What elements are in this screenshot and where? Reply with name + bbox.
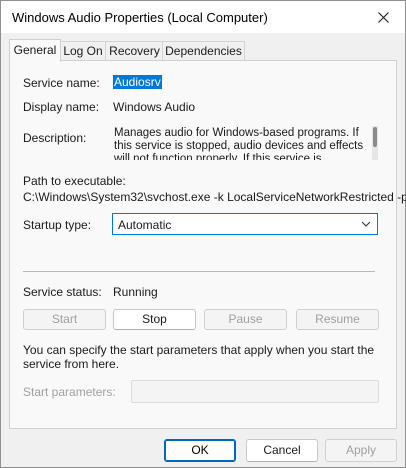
description-box[interactable]: Manages audio for Windows-based programs… — [112, 126, 378, 160]
stop-button[interactable]: Stop — [113, 309, 196, 330]
start-params-label: Start parameters: — [23, 385, 116, 399]
divider — [23, 271, 375, 272]
display-name-label: Display name: — [23, 100, 100, 114]
cancel-button[interactable]: Cancel — [246, 439, 318, 462]
close-icon — [377, 11, 389, 23]
start-params-info: You can specify the start parameters tha… — [23, 343, 375, 371]
tab-log-on[interactable]: Log On — [59, 41, 107, 61]
path-label: Path to executable: — [23, 174, 126, 188]
service-status-value: Running — [113, 285, 158, 299]
service-name-label: Service name: — [23, 76, 100, 90]
window-title: Windows Audio Properties (Local Computer… — [12, 10, 268, 25]
close-button[interactable] — [367, 3, 399, 31]
startup-type-dropdown[interactable]: Automatic — [112, 213, 378, 235]
service-status-label: Service status: — [23, 285, 102, 299]
path-value[interactable]: C:\Windows\System32\svchost.exe -k Local… — [23, 190, 406, 204]
start-button[interactable]: Start — [23, 309, 106, 330]
description-scrollbar[interactable] — [372, 126, 378, 160]
ok-button[interactable]: OK — [164, 439, 236, 462]
description-label: Description: — [23, 131, 87, 145]
scrollbar-thumb[interactable] — [373, 127, 377, 147]
apply-button[interactable]: Apply — [325, 439, 397, 462]
tab-recovery[interactable]: Recovery — [105, 41, 164, 61]
service-name-value[interactable]: Audiosrv — [113, 75, 162, 89]
display-name-value[interactable]: Windows Audio — [113, 100, 195, 114]
title-bar[interactable]: Windows Audio Properties (Local Computer… — [1, 1, 405, 33]
pause-button[interactable]: Pause — [204, 309, 287, 330]
general-tab-panel — [9, 60, 397, 429]
resume-button[interactable]: Resume — [296, 309, 379, 330]
chevron-down-icon — [361, 221, 371, 227]
start-params-input[interactable] — [131, 380, 379, 403]
tab-dependencies[interactable]: Dependencies — [162, 41, 245, 61]
startup-type-value: Automatic — [118, 218, 172, 232]
tab-general[interactable]: General — [9, 39, 61, 62]
properties-dialog: Windows Audio Properties (Local Computer… — [0, 0, 406, 468]
description-text: Manages audio for Windows-based programs… — [114, 127, 364, 160]
startup-type-label: Startup type: — [23, 218, 92, 232]
